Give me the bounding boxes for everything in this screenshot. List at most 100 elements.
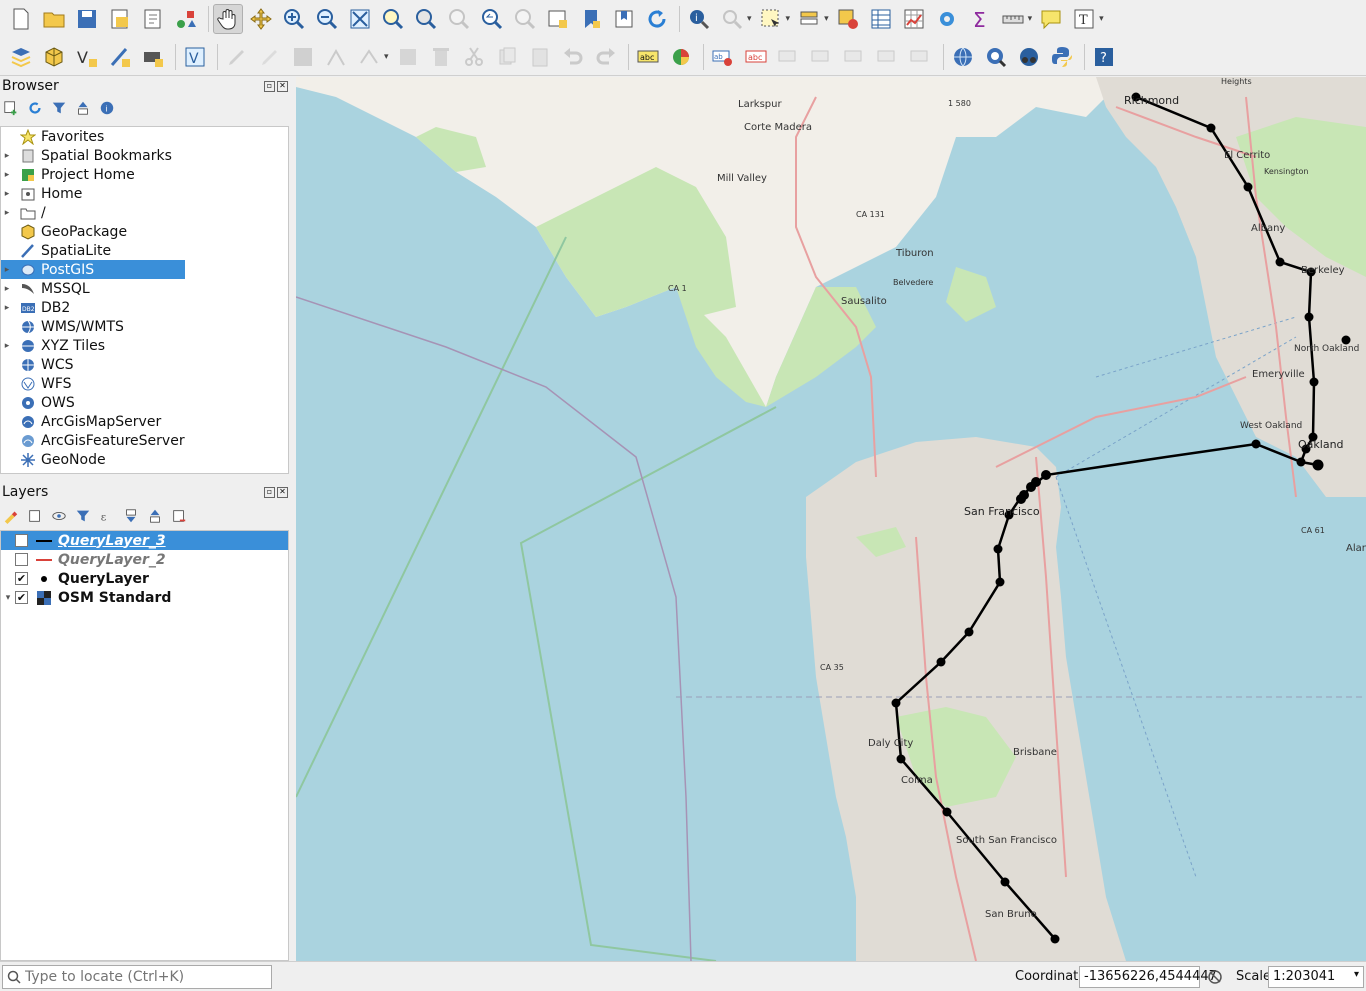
new-print-layout-icon[interactable] <box>105 4 135 34</box>
station-point[interactable] <box>1000 877 1010 887</box>
layer-visibility-checkbox[interactable]: ✔ <box>15 591 28 604</box>
filter-legend-icon[interactable] <box>74 507 92 525</box>
expand-arrow-icon[interactable]: ▸ <box>1 284 13 294</box>
new-map-view-icon[interactable] <box>543 4 573 34</box>
change-label-icon[interactable] <box>873 42 903 72</box>
add-feature-icon[interactable] <box>321 42 351 72</box>
redo-icon[interactable] <box>591 42 621 72</box>
layer-styling-icon[interactable] <box>2 507 20 525</box>
run-feature-action-icon[interactable] <box>717 4 747 34</box>
station-point[interactable] <box>1251 439 1261 449</box>
zoom-native-icon[interactable] <box>444 4 474 34</box>
filter-by-expression-icon[interactable]: ε <box>98 507 116 525</box>
browser-item-ows[interactable]: OWS <box>1 393 288 412</box>
layer-item-querylayer-2[interactable]: QueryLayer_2 <box>1 550 288 569</box>
rotate-label-icon[interactable] <box>840 42 870 72</box>
layout-manager-icon[interactable] <box>138 4 168 34</box>
expand-arrow-icon[interactable]: ▸ <box>1 341 13 351</box>
station-point[interactable] <box>936 657 946 667</box>
add-selected-layers-icon[interactable] <box>2 99 20 117</box>
browser-item-wfs[interactable]: WFS <box>1 374 288 393</box>
new-geopackage-layer-icon[interactable] <box>39 42 69 72</box>
measure-line-icon[interactable] <box>998 4 1028 34</box>
layer-item-querylayer-3[interactable]: ✔ QueryLayer_3 <box>1 531 288 550</box>
chevron-down-icon[interactable]: ▾ <box>1354 969 1359 980</box>
layer-visibility-checkbox[interactable]: ✔ <box>15 572 28 585</box>
new-temp-layer-icon[interactable] <box>138 42 168 72</box>
refresh-icon[interactable] <box>642 4 672 34</box>
browser-item-mssql[interactable]: ▸ MSSQL <box>1 279 288 298</box>
new-shapefile-layer-icon[interactable]: V <box>72 42 102 72</box>
station-point[interactable] <box>995 577 1005 587</box>
statistical-summary-icon[interactable]: Σ <box>965 4 995 34</box>
station-point[interactable] <box>891 698 901 708</box>
station-point[interactable] <box>942 807 952 817</box>
expand-arrow-icon[interactable]: ▾ <box>1 593 15 603</box>
browser-item-db2[interactable]: ▸ DB2 DB2 <box>1 298 288 317</box>
delete-selected-icon[interactable] <box>426 42 456 72</box>
attribute-table-icon[interactable] <box>866 4 896 34</box>
layer-item-querylayer[interactable]: ✔ QueryLayer <box>1 569 288 588</box>
deselect-all-icon[interactable] <box>833 4 863 34</box>
coordinate-field[interactable]: -13656226,4544447 <box>1079 966 1217 988</box>
label-properties-icon[interactable] <box>906 42 936 72</box>
browser-item-wcs[interactable]: WCS <box>1 355 288 374</box>
current-edits-icon[interactable] <box>222 42 252 72</box>
toggle-extents-icon[interactable] <box>1207 969 1223 989</box>
browser-item-geonode[interactable]: GeoNode <box>1 450 288 469</box>
style-manager-icon[interactable] <box>171 4 201 34</box>
browser-item-wms-wmts[interactable]: WMS/WMTS <box>1 317 288 336</box>
layer-diagram-icon[interactable] <box>666 42 696 72</box>
browser-item-arcgismapserver[interactable]: ArcGisMapServer <box>1 412 288 431</box>
browser-item-spatial-bookmarks[interactable]: ▸ Spatial Bookmarks <box>1 146 288 165</box>
station-point[interactable] <box>1243 182 1253 192</box>
filter-browser-icon[interactable] <box>50 99 68 117</box>
browser-item-arcgisfeatureserver[interactable]: ArcGisFeatureServer <box>1 431 288 450</box>
float-panel-icon[interactable]: ▫ <box>264 486 275 498</box>
layer-visibility-checkbox[interactable] <box>15 553 28 566</box>
collapse-all-icon[interactable] <box>74 99 92 117</box>
collapse-all-layers-icon[interactable] <box>146 507 164 525</box>
zoom-full-icon[interactable] <box>345 4 375 34</box>
layer-item-osm-standard[interactable]: ▾ ✔ OSM Standard <box>1 588 288 607</box>
pan-map-icon[interactable] <box>213 4 243 34</box>
layer-visibility-checkbox[interactable]: ✔ <box>15 534 28 547</box>
expand-arrow-icon[interactable]: ▸ <box>1 208 13 218</box>
new-virtual-layer-icon[interactable]: V <box>180 42 210 72</box>
station-point[interactable] <box>1275 257 1285 267</box>
new-project-icon[interactable] <box>6 4 36 34</box>
vertex-tool-icon[interactable] <box>354 42 384 72</box>
zoom-to-layer-icon[interactable] <box>411 4 441 34</box>
close-panel-icon[interactable]: ✕ <box>277 80 288 92</box>
properties-info-icon[interactable]: i <box>98 99 116 117</box>
float-panel-icon[interactable]: ▫ <box>264 80 275 92</box>
pin-labels-icon[interactable]: ab <box>708 42 738 72</box>
zoom-to-selection-icon[interactable] <box>378 4 408 34</box>
manage-themes-icon[interactable] <box>50 507 68 525</box>
identify-features-icon[interactable]: i <box>684 4 714 34</box>
new-bookmark-icon[interactable] <box>576 4 606 34</box>
browser-item-home[interactable]: ▸ Home <box>1 184 288 203</box>
station-point[interactable] <box>1016 494 1026 504</box>
quickmapservices-icon[interactable] <box>1014 42 1044 72</box>
highlight-pinned-labels-icon[interactable]: abc <box>741 42 771 72</box>
map-tips-icon[interactable] <box>1036 4 1066 34</box>
text-annotation-icon[interactable]: T <box>1069 4 1099 34</box>
open-project-icon[interactable] <box>39 4 69 34</box>
add-group-icon[interactable] <box>26 507 44 525</box>
metasearch-icon[interactable] <box>948 42 978 72</box>
save-project-icon[interactable] <box>72 4 102 34</box>
metasearch-browse-icon[interactable] <box>981 42 1011 72</box>
zoom-out-icon[interactable] <box>312 4 342 34</box>
station-point[interactable] <box>1296 457 1306 467</box>
expand-arrow-icon[interactable]: ▸ <box>1 189 13 199</box>
station-point[interactable] <box>1309 377 1319 387</box>
layer-labeling-icon[interactable]: abc <box>633 42 663 72</box>
undo-icon[interactable] <box>558 42 588 72</box>
help-icon[interactable]: ? <box>1089 42 1119 72</box>
station-point[interactable] <box>1041 470 1051 480</box>
station-point[interactable] <box>993 544 1003 554</box>
zoom-in-icon[interactable] <box>279 4 309 34</box>
browser-item-spatialite[interactable]: SpatiaLite <box>1 241 288 260</box>
python-console-icon[interactable] <box>1047 42 1077 72</box>
